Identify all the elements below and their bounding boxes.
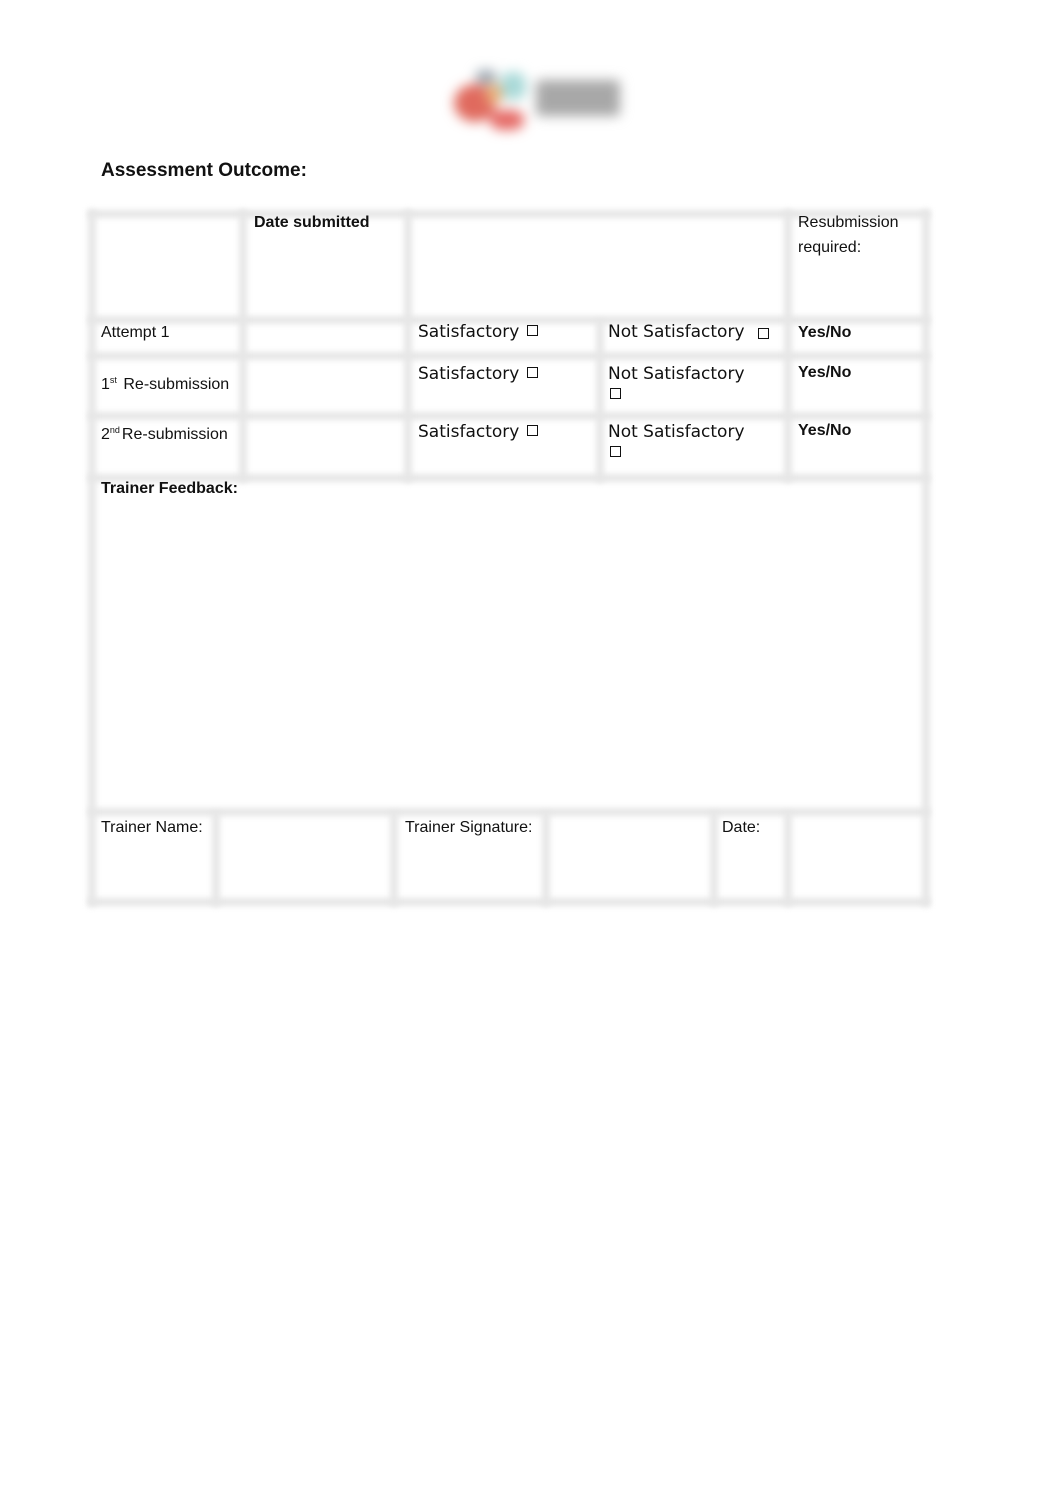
- not-satisfactory-checkbox[interactable]: [757, 328, 769, 339]
- satisfactory-option[interactable]: Satisfactory: [418, 320, 538, 345]
- not-satisfactory-label: Not Satisfactory: [608, 422, 745, 442]
- row-label: 1st Re-submission: [101, 375, 230, 393]
- page-title: Assessment Outcome:: [101, 160, 307, 181]
- satisfactory-option[interactable]: Satisfactory: [418, 420, 538, 445]
- satisfactory-checkbox[interactable]: [526, 367, 538, 378]
- satisfactory-checkbox[interactable]: [526, 425, 538, 436]
- organization-logo: [440, 62, 630, 134]
- trainer-signature-label: Trainer Signature:: [405, 819, 533, 836]
- trainer-name-field[interactable]: [224, 818, 384, 894]
- date-label: Date:: [722, 819, 761, 836]
- not-satisfactory-label: Not Satisfactory: [608, 322, 745, 342]
- resubmission-header-line2: required:: [798, 239, 862, 256]
- trainer-signature-field[interactable]: [554, 818, 704, 894]
- not-satisfactory-label: Not Satisfactory: [608, 364, 745, 384]
- not-satisfactory-checkbox[interactable]: [610, 388, 621, 399]
- satisfactory-label: Satisfactory: [418, 322, 520, 342]
- trainer-feedback-field[interactable]: [100, 502, 916, 802]
- date-field[interactable]: [796, 818, 916, 894]
- not-satisfactory-checkbox[interactable]: [610, 446, 621, 457]
- row-label: Attempt 1: [101, 324, 170, 341]
- satisfactory-label: Satisfactory: [418, 364, 520, 384]
- satisfactory-checkbox[interactable]: [526, 325, 538, 336]
- trainer-name-label: Trainer Name:: [101, 819, 203, 836]
- satisfactory-label: Satisfactory: [418, 422, 520, 442]
- resubmission-required-value[interactable]: Yes/No: [798, 418, 851, 443]
- date-submitted-header: Date submitted: [254, 214, 370, 231]
- row-label: 2nd Re-submission: [101, 425, 228, 443]
- satisfactory-option[interactable]: Satisfactory: [418, 362, 538, 387]
- resubmission-header-line1: Resubmission: [798, 214, 899, 231]
- trainer-feedback-label: Trainer Feedback:: [101, 480, 238, 497]
- resubmission-required-value[interactable]: Yes/No: [798, 360, 851, 385]
- not-satisfactory-option[interactable]: Not Satisfactory: [608, 320, 769, 345]
- resubmission-required-value[interactable]: Yes/No: [798, 320, 851, 345]
